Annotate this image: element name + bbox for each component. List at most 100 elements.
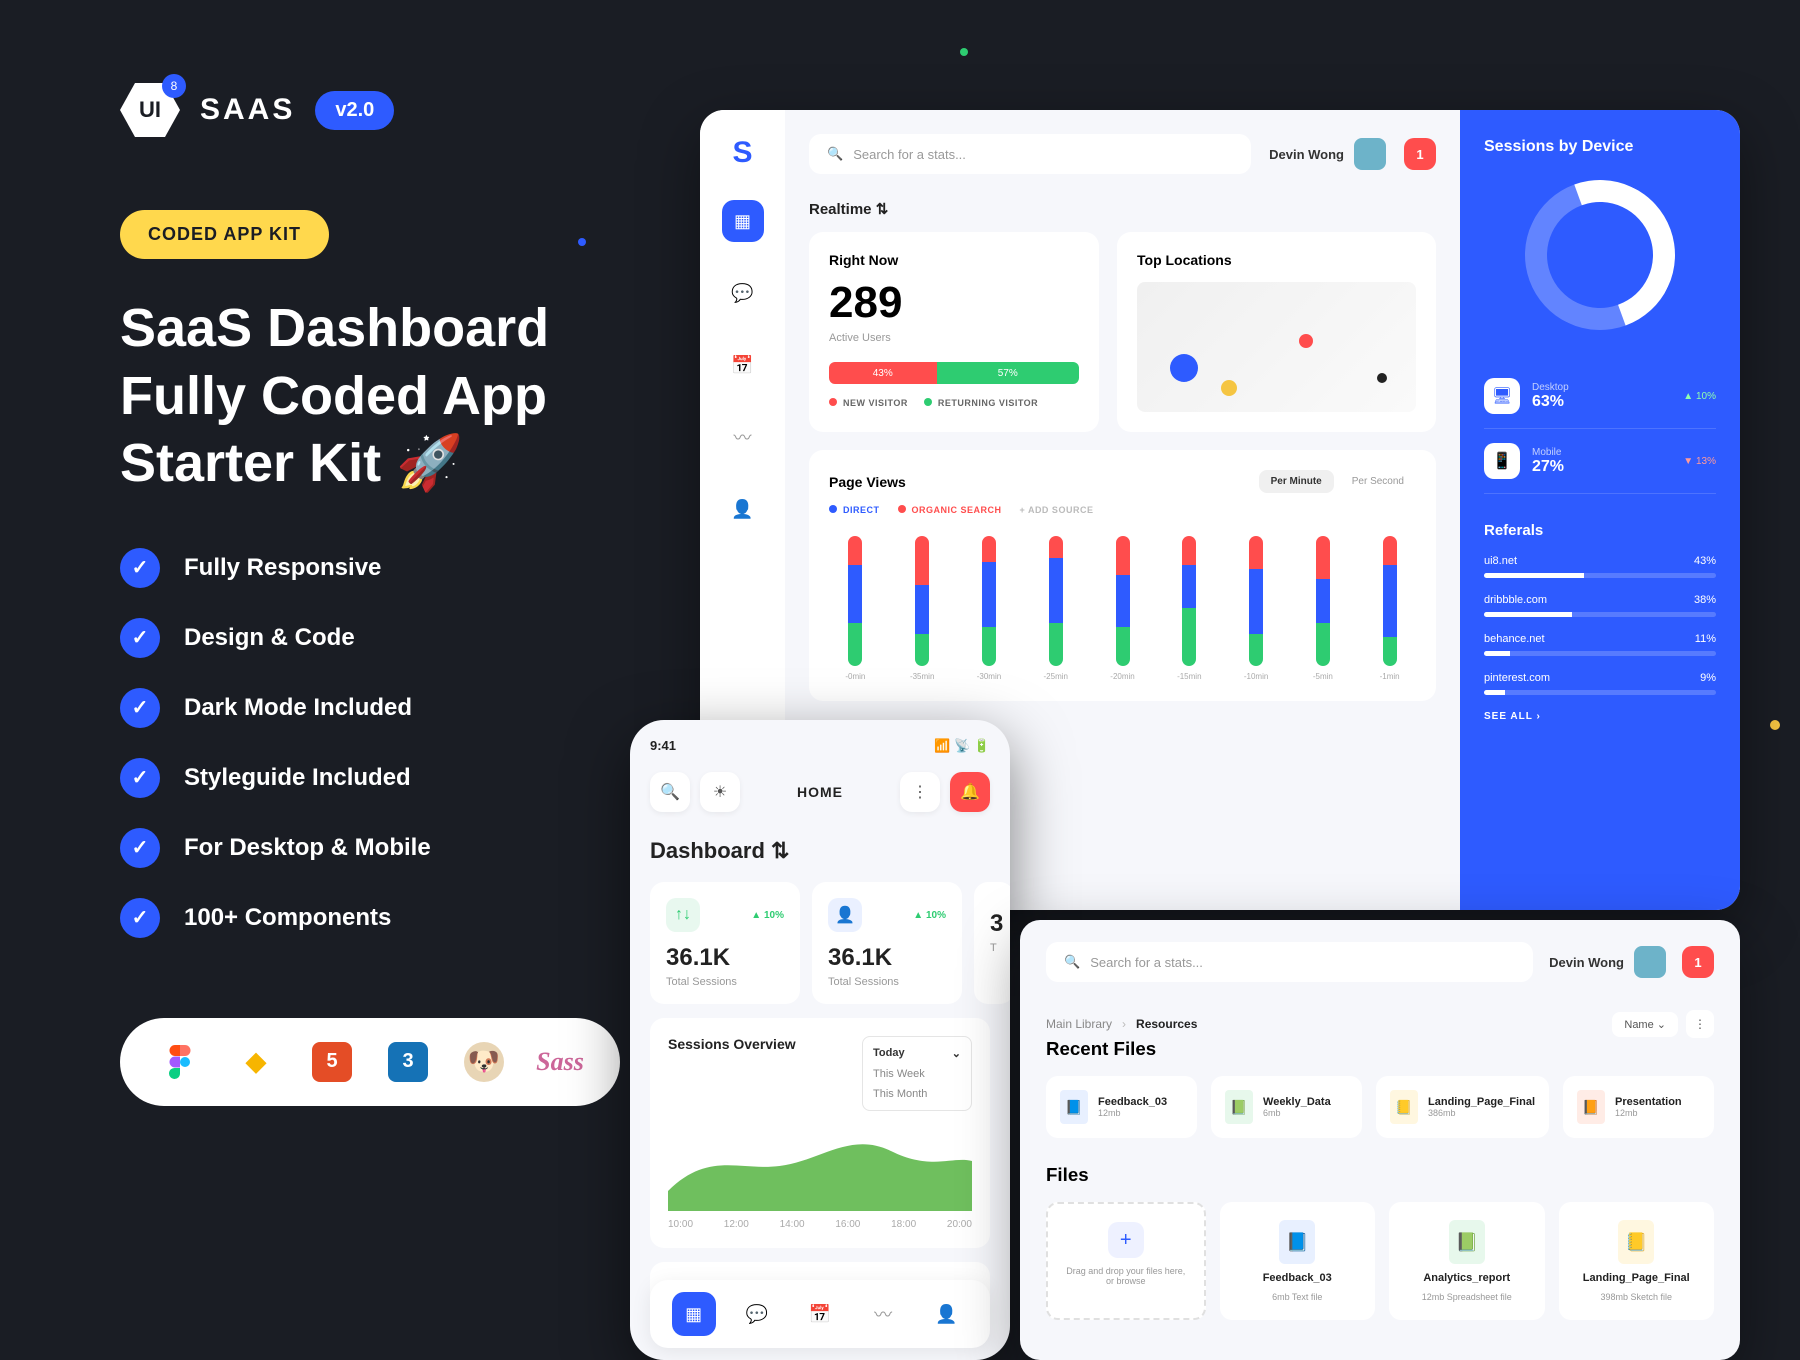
file-item[interactable]: 📘Feedback_0312mb (1046, 1076, 1197, 1138)
search-icon: 🔍 (1064, 954, 1080, 970)
crumb-main-library[interactable]: Main Library (1046, 1017, 1112, 1031)
sidebar-item-calendar[interactable]: 📅 (722, 344, 764, 386)
html5-icon: 5 (312, 1042, 352, 1082)
top-locations-card: Top Locations (1117, 232, 1436, 432)
more-button[interactable]: ⋮ (1686, 1010, 1714, 1038)
headline: SaaS Dashboard Fully Coded App Starter K… (120, 295, 700, 498)
app-logo: S (732, 136, 752, 170)
file-icon: 📗 (1449, 1220, 1485, 1264)
device-mobile: 📱 Mobile27% ▼ 13% (1484, 429, 1716, 494)
sort-dropdown[interactable]: Name ⌄ (1612, 1012, 1678, 1037)
check-icon: ✓ (120, 688, 160, 728)
css3-icon: 3 (388, 1042, 428, 1082)
notification-badge[interactable]: 1 (1682, 946, 1714, 978)
sessions-overview-card: Sessions Overview Today⌄ This Week This … (650, 1018, 990, 1248)
status-time: 9:41 (650, 738, 676, 754)
tab-per-minute[interactable]: Per Minute (1259, 470, 1334, 493)
stat-card[interactable]: 3T (974, 882, 1010, 1004)
sidebar-item-analytics[interactable]: 〰 (722, 416, 764, 458)
range-dropdown[interactable]: Today⌄ This Week This Month (862, 1036, 972, 1111)
dashboard-mobile: 9:41 📶 📡 🔋 🔍 ☀ HOME ⋮ 🔔 Dashboard ⇅ ↑↓▲ 1… (630, 720, 1010, 1360)
file-item[interactable]: 📘Feedback_036mb Text file (1220, 1202, 1376, 1320)
avatar (1634, 946, 1666, 978)
check-icon: ✓ (120, 828, 160, 868)
figma-icon (160, 1042, 200, 1082)
page-views-card: Page Views Per Minute Per Second DIRECT … (809, 450, 1436, 701)
file-icon: 📒 (1390, 1090, 1418, 1124)
file-icon: 📘 (1279, 1220, 1315, 1264)
page-views-chart: -0min -35min -30min -25min -20min -15min… (829, 531, 1416, 681)
file-icon: 📒 (1618, 1220, 1654, 1264)
sketch-icon: ◆ (236, 1042, 276, 1082)
search-button[interactable]: 🔍 (650, 772, 690, 812)
files-title: Files (1046, 1164, 1714, 1186)
user-menu[interactable]: Devin Wong (1269, 138, 1386, 170)
plus-icon: + (1108, 1222, 1144, 1258)
bottom-nav: ▦ 💬 📅 〰 👤 (650, 1280, 990, 1348)
file-item[interactable]: 📙Presentation12mb (1563, 1076, 1714, 1138)
nav-analytics[interactable]: 〰 (861, 1292, 905, 1336)
sidebar-item-users[interactable]: 👤 (722, 488, 764, 530)
sidebar-item-dashboard[interactable]: ▦ (722, 200, 764, 242)
file-icon: 📙 (1577, 1090, 1605, 1124)
nav-calendar[interactable]: 📅 (798, 1292, 842, 1336)
device-desktop: 🖥 Desktop63% ▲ 10% (1484, 364, 1716, 429)
tools-pill: ◆ 5 3 🐶 Sass (120, 1018, 620, 1106)
stat-card[interactable]: ↑↓▲ 10% 36.1KTotal Sessions (650, 882, 800, 1004)
file-item[interactable]: 📗Weekly_Data6mb (1211, 1076, 1362, 1138)
status-icons: 📶 📡 🔋 (934, 738, 990, 754)
theme-toggle[interactable]: ☀ (700, 772, 740, 812)
search-icon: 🔍 (827, 146, 843, 162)
active-users-value: 289 (829, 278, 1079, 328)
tab-per-second[interactable]: Per Second (1340, 470, 1416, 493)
sass-icon: Sass (540, 1042, 580, 1082)
notification-badge[interactable]: 1 (1404, 138, 1436, 170)
donut-chart (1500, 155, 1699, 354)
ui8-badge: 8 (162, 74, 186, 98)
recent-files-title: Recent Files (1046, 1038, 1714, 1060)
pug-icon: 🐶 (464, 1042, 504, 1082)
nav-messages[interactable]: 💬 (735, 1292, 779, 1336)
add-source-button[interactable]: + ADD SOURCE (1020, 505, 1094, 515)
check-icon: ✓ (120, 618, 160, 658)
section-selector[interactable]: Realtime ⇅ (809, 200, 1436, 218)
page-label: HOME (750, 784, 890, 800)
sessions-by-device-panel: Sessions by Device 🖥 Desktop63% ▲ 10% 📱 … (1460, 110, 1740, 910)
search-input[interactable]: 🔍Search for a stats... (809, 134, 1251, 174)
check-icon: ✓ (120, 758, 160, 798)
avatar (1354, 138, 1386, 170)
check-icon: ✓ (120, 548, 160, 588)
more-button[interactable]: ⋮ (900, 772, 940, 812)
nav-dashboard[interactable]: ▦ (672, 1292, 716, 1336)
area-chart (668, 1121, 972, 1211)
see-all-link[interactable]: SEE ALL › (1484, 711, 1716, 722)
breadcrumb: Main Library›Resources Name ⌄⋮ (1046, 1010, 1714, 1038)
kit-pill: CODED APP KIT (120, 210, 329, 259)
file-dropzone[interactable]: +Drag and drop your files here, or brows… (1046, 1202, 1206, 1320)
dashboard-desktop-files: 🔍Search for a stats... Devin Wong 1 Main… (1020, 920, 1740, 1360)
search-input[interactable]: 🔍Search for a stats... (1046, 942, 1533, 982)
file-item[interactable]: 📗Analytics_report12mb Spreadsheet file (1389, 1202, 1545, 1320)
sidebar-item-messages[interactable]: 💬 (722, 272, 764, 314)
file-item[interactable]: 📒Landing_Page_Final386mb (1376, 1076, 1549, 1138)
user-icon: 👤 (828, 898, 862, 932)
desktop-icon: 🖥 (1484, 378, 1520, 414)
crumb-resources[interactable]: Resources (1136, 1017, 1197, 1031)
check-icon: ✓ (120, 898, 160, 938)
brand-text: SAAS (200, 93, 295, 127)
notification-button[interactable]: 🔔 (950, 772, 990, 812)
page-title[interactable]: Dashboard ⇅ (650, 838, 990, 864)
file-icon: 📘 (1060, 1090, 1088, 1124)
right-now-card: Right Now 289 Active Users 43%57% NEW VI… (809, 232, 1099, 432)
file-item[interactable]: 📒Landing_Page_Final398mb Sketch file (1559, 1202, 1715, 1320)
mobile-icon: 📱 (1484, 443, 1520, 479)
user-menu[interactable]: Devin Wong (1549, 946, 1666, 978)
stat-card[interactable]: 👤▲ 10% 36.1KTotal Sessions (812, 882, 962, 1004)
promo-panel: UI 8 SAAS v2.0 CODED APP KIT SaaS Dashbo… (120, 80, 700, 1106)
file-icon: 📗 (1225, 1090, 1253, 1124)
feature-list: ✓Fully Responsive ✓Design & Code ✓Dark M… (120, 548, 700, 938)
world-map (1137, 282, 1416, 412)
nav-users[interactable]: 👤 (924, 1292, 968, 1336)
transfers-icon: ↑↓ (666, 898, 700, 932)
version-pill: v2.0 (315, 91, 394, 130)
